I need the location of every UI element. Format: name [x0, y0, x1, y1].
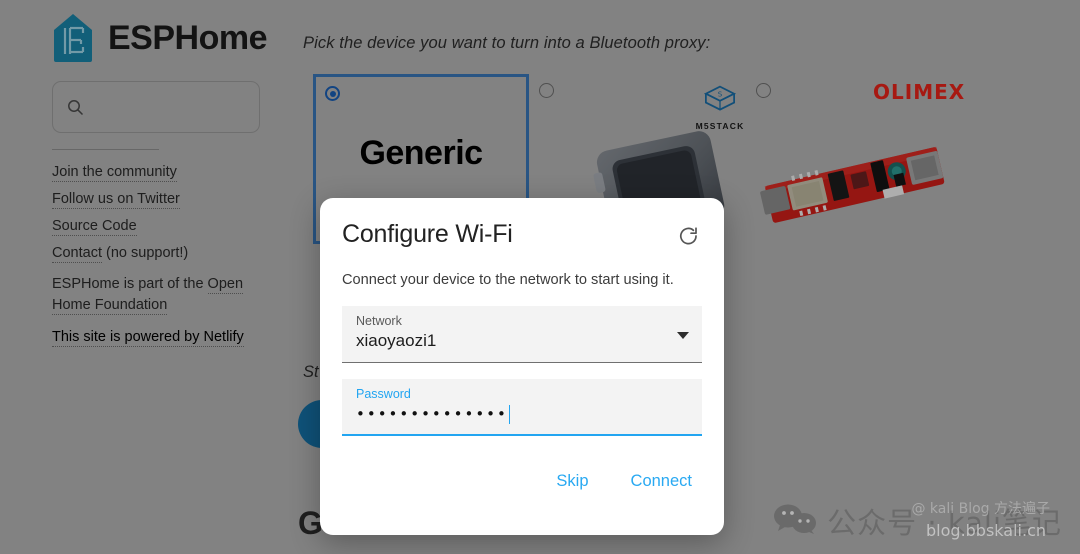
- network-field-label: Network: [356, 314, 402, 328]
- connect-button[interactable]: Connect: [621, 466, 702, 497]
- password-field-value-wrap: ••••••••••••••: [356, 404, 690, 424]
- network-select-field[interactable]: Network xiaoyaozi1: [342, 306, 702, 363]
- refresh-icon[interactable]: [676, 225, 702, 251]
- network-field-value: xiaoyaozi1: [356, 331, 437, 350]
- search-input[interactable]: [92, 99, 242, 115]
- step-label: St: [303, 363, 319, 381]
- dialog-title: Configure Wi-Fi: [342, 220, 513, 248]
- page-prompt: Pick the device you want to turn into a …: [303, 34, 711, 52]
- olimex-brand-text: OLIMEX: [873, 80, 966, 104]
- dialog-header: Configure Wi-Fi: [342, 220, 702, 251]
- olimex-device-photo: [755, 134, 955, 239]
- m5stack-logo-icon: S: [700, 85, 740, 118]
- password-field-value: ••••••••••••••: [356, 405, 508, 423]
- foundation-prefix: ESPHome is part of the: [52, 276, 208, 292]
- radio-unselected-icon[interactable]: [756, 83, 771, 98]
- link-label: Source Code: [52, 218, 137, 236]
- configure-wifi-dialog: Configure Wi-Fi Connect your device to t…: [320, 198, 724, 535]
- radio-selected-icon[interactable]: [325, 86, 340, 101]
- svg-text:S: S: [718, 89, 723, 98]
- link-contact-suffix: (no support!): [101, 245, 189, 261]
- sidebar-divider: [52, 149, 159, 150]
- search-box[interactable]: [52, 81, 260, 133]
- m5stack-brand: S M5STACK: [688, 84, 752, 131]
- sidebar: ESPHome Join the community Follow us on …: [0, 0, 292, 554]
- link-source-code[interactable]: Source Code: [52, 216, 292, 236]
- link-netlify[interactable]: This site is powered by Netlify: [52, 329, 244, 347]
- sidebar-links: Join the community Follow us on Twitter …: [52, 162, 292, 348]
- esphome-house-logo-icon: [52, 12, 94, 64]
- link-follow-twitter[interactable]: Follow us on Twitter: [52, 189, 292, 209]
- link-label: Join the community: [52, 164, 177, 182]
- dialog-actions: Skip Connect: [546, 466, 702, 497]
- chevron-down-icon[interactable]: [677, 332, 689, 339]
- page-root: ESPHome Join the community Follow us on …: [0, 0, 1080, 554]
- skip-button[interactable]: Skip: [546, 466, 598, 497]
- device-card-generic-label: Generic: [359, 134, 483, 172]
- dialog-subtitle: Connect your device to the network to st…: [342, 272, 674, 288]
- radio-unselected-icon[interactable]: [539, 83, 554, 98]
- text-caret: [508, 404, 511, 424]
- search-icon: [67, 99, 84, 116]
- link-label: Follow us on Twitter: [52, 191, 180, 209]
- link-join-community[interactable]: Join the community: [52, 162, 292, 182]
- netlify-note: This site is powered by Netlify: [52, 327, 292, 348]
- password-field[interactable]: Password ••••••••••••••: [342, 379, 702, 436]
- foundation-note: ESPHome is part of the Open Home Foundat…: [52, 274, 257, 316]
- brand-name: ESPHome: [108, 19, 268, 57]
- brand[interactable]: ESPHome: [52, 12, 292, 64]
- password-field-label: Password: [356, 387, 411, 401]
- link-contact[interactable]: Contact (no support!): [52, 243, 292, 263]
- link-label: Contact: [52, 245, 102, 263]
